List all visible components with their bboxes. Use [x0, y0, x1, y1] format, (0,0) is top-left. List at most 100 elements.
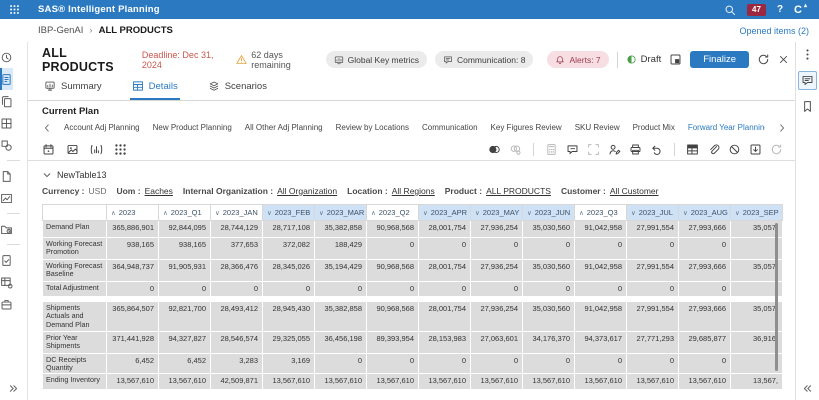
cell[interactable]: 6,452 — [159, 354, 211, 374]
cell[interactable]: 90,968,568 — [367, 260, 419, 282]
cell[interactable]: 91,905,931 — [159, 260, 211, 282]
save-export-button[interactable] — [749, 143, 762, 156]
cell[interactable]: 0 — [263, 282, 315, 297]
expand-icon[interactable]: ∨ — [527, 210, 532, 217]
cell[interactable]: 13,567,610 — [627, 374, 679, 390]
sidebar-expand-button[interactable] — [0, 383, 27, 394]
cell[interactable]: 0 — [471, 282, 523, 297]
expand-icon[interactable]: ∨ — [735, 210, 740, 217]
subtab-communication[interactable]: Communication — [422, 123, 478, 132]
cell[interactable]: 27,936,254 — [471, 260, 523, 282]
column-header-2023-sep[interactable]: ∨2023_SEP — [731, 205, 783, 221]
filter-value[interactable]: Eaches — [145, 186, 173, 196]
expand-icon[interactable]: ∨ — [683, 210, 688, 217]
cell[interactable]: 0 — [315, 282, 367, 297]
subtabs-scroll-right-button[interactable] — [777, 123, 787, 133]
cell[interactable]: 94,373,617 — [575, 332, 627, 354]
dots-v-button[interactable] — [801, 48, 814, 61]
cell[interactable]: 13,567,610 — [419, 374, 471, 390]
paperclip-button[interactable] — [707, 143, 720, 156]
cell[interactable]: 28,345,026 — [263, 260, 315, 282]
calendar-button[interactable] — [42, 143, 55, 156]
cell[interactable]: 0 — [107, 282, 159, 297]
user-avatar[interactable]: C▴ — [794, 4, 807, 16]
cell[interactable]: 90,968,568 — [367, 302, 419, 332]
cell[interactable]: 0 — [471, 238, 523, 260]
cell[interactable]: 0 — [627, 354, 679, 374]
sidebar-item-history[interactable] — [0, 46, 13, 68]
cell[interactable]: 89,393,954 — [367, 332, 419, 354]
cell[interactable]: 27,936,254 — [471, 302, 523, 332]
refresh-button[interactable] — [770, 143, 783, 156]
column-header-2023-apr[interactable]: ∨2023_APR — [419, 205, 471, 221]
subtab-key-figures-review[interactable]: Key Figures Review — [491, 123, 562, 132]
comment-button[interactable] — [798, 71, 817, 90]
filter-value[interactable]: All Regions — [392, 186, 435, 196]
cell[interactable]: 13,567,610 — [523, 374, 575, 390]
subtab-product-mix[interactable]: Product Mix — [633, 123, 675, 132]
cell[interactable]: 938,165 — [107, 238, 159, 260]
sidebar-item-copy[interactable] — [0, 90, 13, 112]
notification-badge[interactable]: 47 — [747, 4, 766, 16]
sidebar-item-folder-clock[interactable] — [0, 218, 13, 240]
cell[interactable]: 94,327,827 — [159, 332, 211, 354]
close-button[interactable] — [778, 54, 789, 65]
cell[interactable]: 188,429 — [315, 238, 367, 260]
image-button[interactable] — [66, 143, 79, 156]
cell[interactable]: 90,968,568 — [367, 221, 419, 238]
cell[interactable]: 92,821,700 — [159, 302, 211, 332]
collapse-icon[interactable]: ∧ — [163, 210, 168, 217]
cell[interactable]: 27,063,601 — [471, 332, 523, 354]
cell[interactable]: 27,993,666 — [679, 260, 731, 282]
cell[interactable]: 27,991,554 — [627, 221, 679, 238]
cell[interactable]: 364,948,737 — [107, 260, 159, 282]
refresh-button[interactable] — [757, 53, 770, 66]
calculator-button[interactable] — [545, 143, 558, 156]
cell[interactable]: 0 — [367, 354, 419, 374]
pin-button[interactable] — [801, 100, 814, 113]
cell[interactable]: 91,042,958 — [575, 302, 627, 332]
cell[interactable]: 371,441,928 — [107, 332, 159, 354]
opened-items-link[interactable]: Opened items (2) — [739, 26, 809, 36]
cell[interactable]: 0 — [419, 282, 471, 297]
filter-value[interactable]: All Organization — [277, 186, 337, 196]
collapse-icon[interactable]: ∧ — [579, 210, 584, 217]
sidebar-item-grid[interactable] — [0, 112, 13, 134]
cell[interactable]: 27,993,666 — [679, 221, 731, 238]
cell[interactable]: 28,546,574 — [211, 332, 263, 354]
column-header-2023-feb[interactable]: ∨2023_FEB — [263, 205, 315, 221]
cell[interactable]: 372,082 — [263, 238, 315, 260]
collapse-icon[interactable]: ∧ — [371, 210, 376, 217]
alerts-button[interactable]: Alerts: 7 — [547, 51, 608, 68]
cell[interactable]: 0 — [679, 238, 731, 260]
undo-button[interactable] — [650, 143, 663, 156]
expand-icon[interactable]: ∨ — [215, 210, 220, 217]
sidebar-item-chart[interactable] — [0, 187, 13, 209]
cell[interactable]: 0 — [679, 354, 731, 374]
cell[interactable]: 35,030,560 — [523, 221, 575, 238]
cell[interactable]: 28,001,754 — [419, 260, 471, 282]
sidebar-item-page[interactable] — [0, 165, 13, 187]
global-search-button[interactable] — [724, 4, 736, 16]
cell[interactable]: 28,717,108 — [263, 221, 315, 238]
cell[interactable]: 0 — [575, 282, 627, 297]
cell[interactable]: 365,886,901 — [107, 221, 159, 238]
venn-button[interactable] — [488, 143, 501, 156]
cell[interactable]: 377,653 — [211, 238, 263, 260]
cell[interactable]: 0 — [367, 238, 419, 260]
cell[interactable]: 35,382,858 — [315, 302, 367, 332]
tab-details[interactable]: Details — [130, 80, 180, 100]
cell[interactable]: 34,176,370 — [523, 332, 575, 354]
tab-scenarios[interactable]: Scenarios — [206, 80, 269, 100]
subtab-new-product-planning[interactable]: New Product Planning — [153, 123, 232, 132]
table-collapse-button[interactable] — [42, 170, 52, 180]
cell[interactable]: 28,153,983 — [419, 332, 471, 354]
subtab-sku-review[interactable]: SKU Review — [575, 123, 620, 132]
subtab-account-adj-planning[interactable]: Account Adj Planning — [64, 123, 140, 132]
cell[interactable]: 13,567,610 — [263, 374, 315, 390]
cell[interactable]: 29,685,877 — [679, 332, 731, 354]
cell[interactable]: 36,456,198 — [315, 332, 367, 354]
breadcrumb-parent-link[interactable]: IBP-GenAI — [38, 25, 83, 36]
cell[interactable]: 0 — [523, 238, 575, 260]
cell[interactable]: 28,493,412 — [211, 302, 263, 332]
